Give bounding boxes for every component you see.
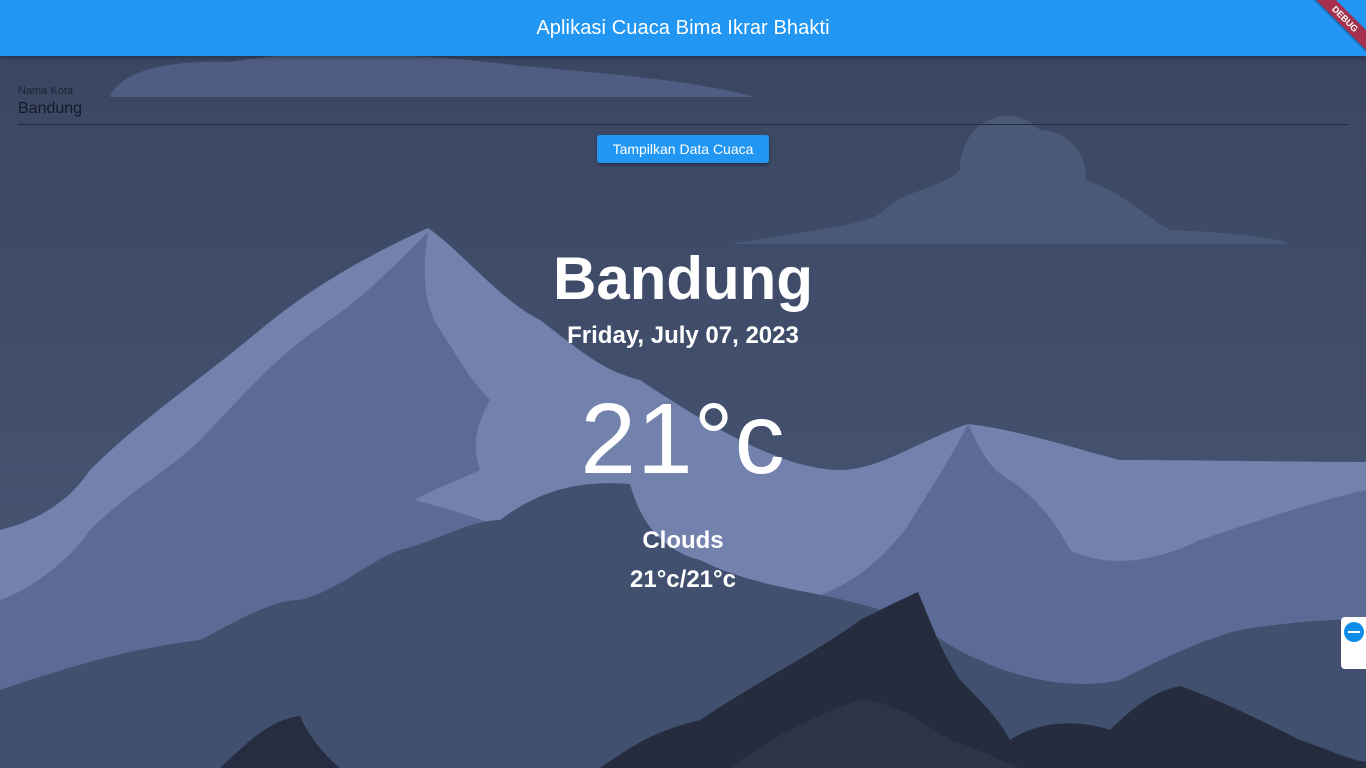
app-window: Aplikasi Cuaca Bima Ikrar Bhakti DEBUG N… [0, 0, 1366, 768]
show-weather-button[interactable]: Tampilkan Data Cuaca [597, 135, 769, 163]
city-name-field: Nama Kota [18, 84, 1348, 126]
city-name-input[interactable] [18, 98, 1348, 120]
city-name-label: Nama Kota [18, 85, 74, 97]
remote-support-icon [1344, 622, 1364, 642]
weather-condition: Clouds [642, 527, 724, 554]
app-title: Aplikasi Cuaca Bima Ikrar Bhakti [536, 16, 830, 39]
temperature: 21°c [580, 383, 786, 495]
remote-support-widget[interactable] [1341, 617, 1366, 669]
debug-banner: DEBUG [1306, 0, 1366, 60]
city-title: Bandung [553, 245, 813, 312]
weather-date: Friday, July 07, 2023 [567, 322, 799, 349]
min-max-temperature: 21°c/21°c [630, 566, 736, 593]
debug-banner-label: DEBUG [1308, 0, 1366, 56]
app-bar: Aplikasi Cuaca Bima Ikrar Bhakti [0, 0, 1366, 56]
input-underline [18, 124, 1348, 125]
